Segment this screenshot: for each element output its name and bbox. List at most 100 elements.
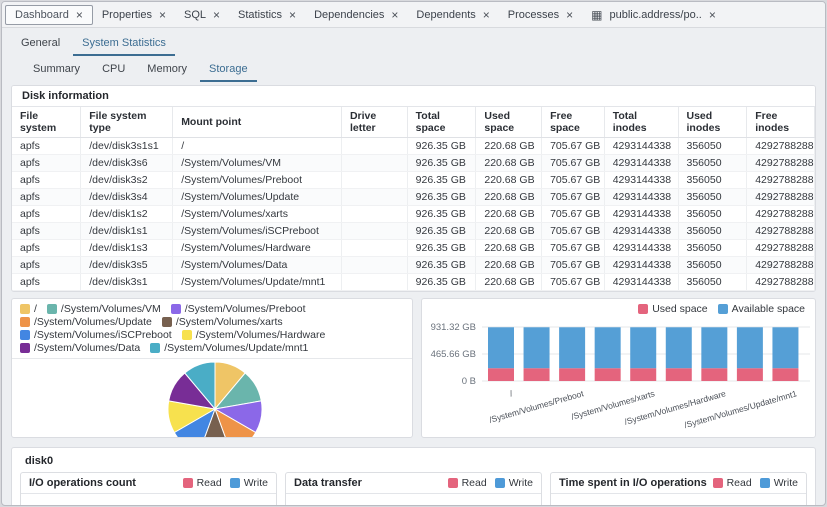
column-header-total-inodes[interactable]: Total inodes bbox=[604, 107, 678, 138]
table-row[interactable]: apfs/dev/disk3s4/System/Volumes/Update92… bbox=[12, 189, 815, 206]
close-icon[interactable]: × bbox=[483, 10, 490, 20]
close-icon[interactable]: × bbox=[159, 10, 166, 20]
tab-dependencies[interactable]: Dependencies× bbox=[305, 6, 407, 24]
legend-item-write: Write bbox=[230, 477, 268, 489]
table-cell bbox=[341, 240, 407, 257]
table-cell: 705.67 GB bbox=[542, 240, 605, 257]
bar-chart-body: 931.32 GB465.66 GB0 B//System/Volumes/Pr… bbox=[422, 299, 815, 438]
bar-used-system-volumes-hardware bbox=[701, 368, 727, 381]
tab-general[interactable]: General bbox=[12, 33, 69, 56]
legend-label: /System/Volumes/Preboot bbox=[185, 303, 306, 315]
tab-sql[interactable]: SQL× bbox=[175, 6, 229, 24]
close-icon[interactable]: × bbox=[76, 10, 83, 20]
legend-swatch bbox=[20, 343, 30, 353]
table-cell bbox=[341, 172, 407, 189]
table-cell: apfs bbox=[12, 257, 81, 274]
legend-label: Write bbox=[774, 477, 798, 489]
close-icon[interactable]: × bbox=[289, 10, 296, 20]
tab-statistics[interactable]: Statistics× bbox=[229, 6, 305, 24]
close-icon[interactable]: × bbox=[709, 10, 716, 20]
table-cell bbox=[341, 138, 407, 155]
tab-memory[interactable]: Memory bbox=[138, 59, 196, 82]
bar-used-system-volumes-preboot bbox=[559, 368, 585, 381]
table-row[interactable]: apfs/dev/disk1s1/System/Volumes/iSCPrebo… bbox=[12, 223, 815, 240]
io-chart-header: Data transferReadWrite bbox=[286, 473, 541, 494]
tab-system-statistics[interactable]: System Statistics bbox=[73, 33, 175, 56]
storage-content: Disk information File systemFile system … bbox=[2, 82, 825, 506]
document-tabbar: Dashboard×Properties×SQL×Statistics×Depe… bbox=[2, 2, 825, 28]
table-row[interactable]: apfs/dev/disk3s1/System/Volumes/Update/m… bbox=[12, 274, 815, 291]
column-header-file-system-type[interactable]: File system type bbox=[81, 107, 173, 138]
legend-swatch bbox=[718, 304, 728, 314]
table-cell: 356050 bbox=[678, 155, 747, 172]
table-cell: /dev/disk1s1 bbox=[81, 223, 173, 240]
tab-properties[interactable]: Properties× bbox=[93, 6, 175, 24]
table-cell: /dev/disk3s2 bbox=[81, 172, 173, 189]
table-cell: 356050 bbox=[678, 138, 747, 155]
io-chart-body: 35M30M bbox=[21, 494, 276, 506]
table-cell: 4293144338 bbox=[604, 257, 678, 274]
tab-storage[interactable]: Storage bbox=[200, 59, 257, 82]
table-cell: apfs bbox=[12, 223, 81, 240]
dashboard-nav-primary: GeneralSystem Statistics bbox=[2, 28, 825, 56]
column-header-drive-letter[interactable]: Drive letter bbox=[341, 107, 407, 138]
column-header-free-space[interactable]: Free space bbox=[542, 107, 605, 138]
legend-item-system-volumes-preboot: /System/Volumes/Preboot bbox=[171, 303, 306, 315]
tab-cpu[interactable]: CPU bbox=[93, 59, 134, 82]
bar-chart-svg: 931.32 GB465.66 GB0 B//System/Volumes/Pr… bbox=[422, 299, 814, 436]
column-header-mount-point[interactable]: Mount point bbox=[173, 107, 342, 138]
bar-used-system-volumes-iscpreboot bbox=[666, 368, 692, 381]
bar-chart-legend: Used space Available space bbox=[638, 303, 805, 315]
tab-processes[interactable]: Processes× bbox=[499, 6, 582, 24]
bar-available-system-volumes-update-mnt1 bbox=[772, 327, 798, 368]
column-header-free-inodes[interactable]: Free inodes bbox=[747, 107, 815, 138]
io-chart-legend: ReadWrite bbox=[183, 477, 268, 489]
tab-summary[interactable]: Summary bbox=[24, 59, 89, 82]
table-row[interactable]: apfs/dev/disk3s2/System/Volumes/Preboot9… bbox=[12, 172, 815, 189]
io-chart-title: Time spent in I/O operations bbox=[559, 477, 707, 489]
bar-available- bbox=[488, 327, 514, 368]
table-cell: apfs bbox=[12, 138, 81, 155]
legend-label: /System/Volumes/xarts bbox=[176, 316, 283, 328]
column-header-used-inodes[interactable]: Used inodes bbox=[678, 107, 747, 138]
disk-information-title: Disk information bbox=[12, 86, 815, 107]
table-cell: 705.67 GB bbox=[542, 274, 605, 291]
table-row[interactable]: apfs/dev/disk3s1s1/926.35 GB220.68 GB705… bbox=[12, 138, 815, 155]
legend-label: Used space bbox=[652, 303, 707, 315]
close-icon[interactable]: × bbox=[391, 10, 398, 20]
table-cell: 4293144338 bbox=[604, 240, 678, 257]
tab-public-address-po[interactable]: ▦public.address/po..× bbox=[582, 6, 725, 24]
bar-used-system-volumes-xarts bbox=[630, 368, 656, 381]
table-row[interactable]: apfs/dev/disk1s2/System/Volumes/xarts926… bbox=[12, 206, 815, 223]
close-icon[interactable]: × bbox=[213, 10, 220, 20]
table-cell: 705.67 GB bbox=[542, 189, 605, 206]
tab-label: Dashboard bbox=[15, 9, 69, 21]
table-cell: 4292788288 bbox=[747, 223, 815, 240]
disk0-title: disk0 bbox=[12, 448, 815, 472]
table-row[interactable]: apfs/dev/disk3s6/System/Volumes/VM926.35… bbox=[12, 155, 815, 172]
column-header-file-system[interactable]: File system bbox=[12, 107, 81, 138]
column-header-total-space[interactable]: Total space bbox=[407, 107, 476, 138]
table-cell bbox=[341, 223, 407, 240]
bar-available-system-volumes-iscpreboot bbox=[666, 327, 692, 368]
table-cell: /System/Volumes/Update bbox=[173, 189, 342, 206]
io-chart-body: 1.11 h bbox=[551, 494, 806, 506]
line-chart-svg: 35M30M bbox=[21, 494, 271, 506]
tab-dependents[interactable]: Dependents× bbox=[407, 6, 498, 24]
bar-available-system-volumes-preboot bbox=[559, 327, 585, 368]
column-header-used-space[interactable]: Used space bbox=[476, 107, 542, 138]
legend-item-write: Write bbox=[760, 477, 798, 489]
table-row[interactable]: apfs/dev/disk3s5/System/Volumes/Data926.… bbox=[12, 257, 815, 274]
legend-item-system-volumes-xarts: /System/Volumes/xarts bbox=[162, 316, 283, 328]
table-cell: 4292788288 bbox=[747, 138, 815, 155]
close-icon[interactable]: × bbox=[566, 10, 573, 20]
table-cell bbox=[341, 274, 407, 291]
table-row[interactable]: apfs/dev/disk1s3/System/Volumes/Hardware… bbox=[12, 240, 815, 257]
pgadmin-dashboard-window: Dashboard×Properties×SQL×Statistics×Depe… bbox=[1, 1, 826, 506]
table-cell: /dev/disk3s6 bbox=[81, 155, 173, 172]
table-cell bbox=[341, 189, 407, 206]
table-icon: ▦ bbox=[591, 10, 602, 20]
disk-information-panel: Disk information File systemFile system … bbox=[11, 85, 816, 292]
tab-dashboard[interactable]: Dashboard × bbox=[5, 5, 93, 25]
legend-item-available-space: Available space bbox=[718, 303, 805, 315]
